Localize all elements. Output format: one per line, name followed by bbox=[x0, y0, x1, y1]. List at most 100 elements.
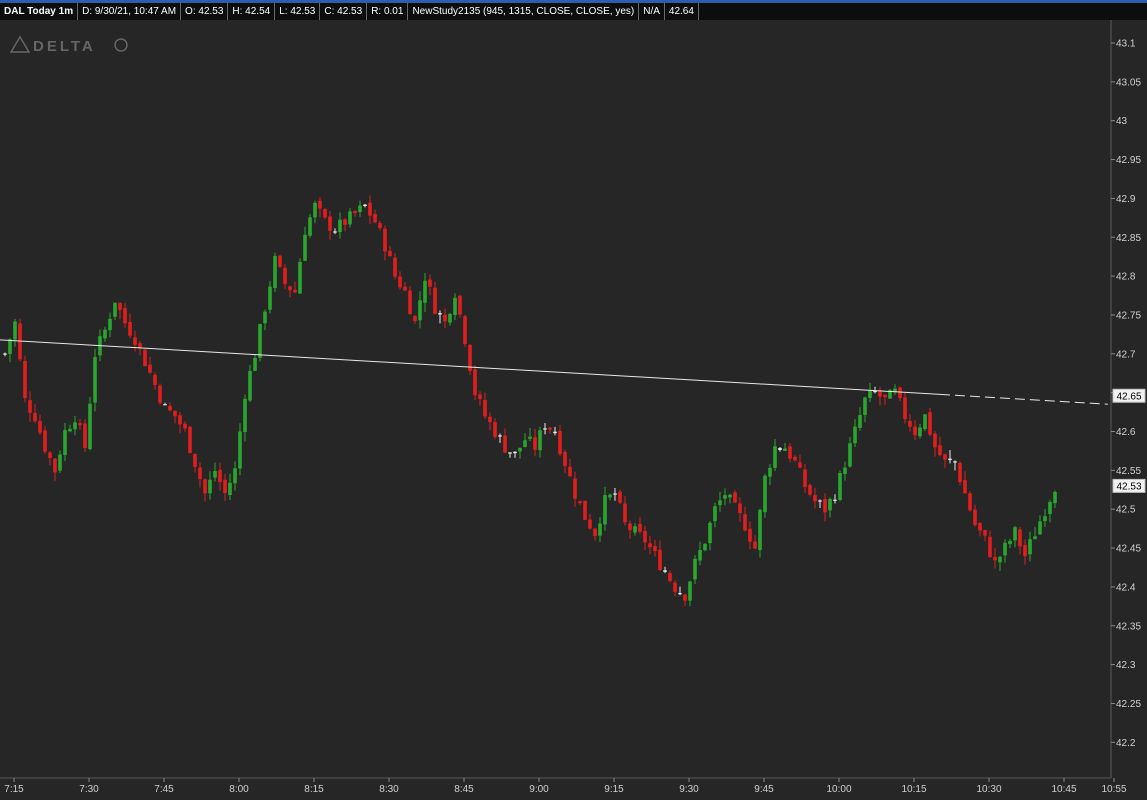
candle-body bbox=[578, 501, 582, 504]
candle bbox=[748, 521, 752, 550]
candle bbox=[738, 497, 742, 522]
candle-body bbox=[818, 500, 822, 502]
candle bbox=[283, 264, 287, 289]
candle bbox=[163, 402, 167, 406]
candle-body bbox=[213, 470, 217, 478]
candle-body bbox=[88, 403, 92, 450]
candle bbox=[833, 494, 837, 504]
candle-body bbox=[253, 357, 257, 371]
candle bbox=[623, 496, 627, 526]
candle-body bbox=[533, 437, 537, 450]
candle bbox=[603, 486, 607, 531]
candle bbox=[88, 396, 92, 451]
candle bbox=[338, 212, 342, 239]
candle-body bbox=[203, 479, 207, 494]
candle bbox=[798, 454, 802, 469]
candle bbox=[583, 500, 587, 521]
price-tick-label: 43.05 bbox=[1116, 77, 1141, 88]
candle bbox=[858, 407, 862, 431]
candle bbox=[143, 349, 147, 367]
candle bbox=[933, 431, 937, 457]
candle bbox=[633, 523, 637, 536]
candle bbox=[198, 462, 202, 488]
candle bbox=[453, 293, 457, 321]
candle bbox=[1038, 515, 1042, 535]
candle bbox=[498, 433, 502, 443]
candle bbox=[343, 218, 347, 232]
candle-body bbox=[633, 526, 637, 533]
candle-body bbox=[143, 349, 147, 367]
candle-body bbox=[353, 211, 357, 214]
candle-body bbox=[58, 454, 62, 471]
candle-body bbox=[448, 313, 452, 323]
candle-body bbox=[918, 427, 922, 437]
candle bbox=[903, 392, 907, 424]
candle bbox=[473, 365, 477, 401]
candle-body bbox=[863, 397, 867, 415]
candle-body bbox=[298, 261, 302, 294]
candle bbox=[618, 489, 622, 505]
candle bbox=[768, 463, 772, 486]
candle-body bbox=[233, 468, 237, 484]
candle bbox=[823, 493, 827, 522]
candle-body bbox=[538, 430, 542, 451]
candle bbox=[308, 214, 312, 238]
candle bbox=[658, 540, 662, 572]
candle-body bbox=[963, 480, 967, 494]
price-label-box: 42.53 bbox=[1112, 478, 1146, 493]
candle-body bbox=[288, 286, 292, 291]
candle-body bbox=[278, 255, 282, 267]
candle-body bbox=[108, 318, 112, 331]
range-readout: R: 0.01 bbox=[367, 3, 409, 20]
study-label[interactable]: NewStudy2135 (945, 1315, CLOSE, CLOSE, y… bbox=[408, 3, 640, 20]
time-tick-label: 8:45 bbox=[454, 784, 474, 795]
candle-body bbox=[773, 446, 777, 468]
candle-body bbox=[628, 523, 632, 531]
candle-body bbox=[498, 435, 502, 437]
candle bbox=[403, 282, 407, 292]
candle bbox=[208, 471, 212, 500]
candle-body bbox=[388, 250, 392, 257]
candle bbox=[723, 488, 727, 506]
symbol-label[interactable]: DAL Today 1m bbox=[0, 3, 79, 20]
candle bbox=[218, 462, 222, 491]
candle-body bbox=[923, 414, 927, 430]
candle bbox=[233, 461, 237, 491]
candle bbox=[683, 593, 687, 607]
candle bbox=[983, 529, 987, 542]
candle bbox=[293, 281, 297, 294]
time-axis[interactable]: 7:15 7:30 7:45 8:00 8:15 8:30 8:45 9:00 9:15 9:30… bbox=[4, 778, 1127, 795]
candle bbox=[468, 343, 472, 375]
trendline-projection[interactable] bbox=[939, 393, 1109, 405]
price-tick-label: 42.35 bbox=[1116, 621, 1141, 632]
candle bbox=[578, 500, 582, 505]
candle-body bbox=[193, 453, 197, 467]
candle-body bbox=[453, 297, 457, 316]
candle-body bbox=[978, 523, 982, 531]
candle-body bbox=[683, 594, 687, 601]
candle bbox=[828, 497, 832, 518]
candle-body bbox=[8, 339, 12, 354]
candle-body bbox=[678, 593, 682, 595]
price-tick-label: 42.6 bbox=[1116, 427, 1136, 438]
price-tick-label: 42.5 bbox=[1116, 505, 1136, 516]
price-chart[interactable]: DELTA 43.1 43.05 43 42.95 42.9 42.85 42.8 42.75… bbox=[0, 20, 1147, 800]
candle-body bbox=[588, 519, 592, 529]
price-tick-label: 43 bbox=[1116, 116, 1128, 127]
candle bbox=[488, 412, 492, 431]
candle-body bbox=[703, 543, 707, 551]
candle-body bbox=[458, 295, 462, 315]
candle-body bbox=[368, 202, 372, 216]
candle bbox=[588, 513, 592, 530]
candle-body bbox=[248, 371, 252, 401]
candle-body bbox=[273, 255, 277, 289]
candle bbox=[48, 451, 52, 466]
candle-body bbox=[708, 522, 712, 544]
candle-body bbox=[443, 314, 447, 322]
price-label-box: 42.65 bbox=[1112, 388, 1146, 403]
candle-body bbox=[718, 500, 722, 506]
high-readout: H: 42.54 bbox=[228, 3, 276, 20]
candle-body bbox=[973, 509, 977, 526]
candle bbox=[948, 450, 952, 464]
candle bbox=[93, 349, 97, 412]
